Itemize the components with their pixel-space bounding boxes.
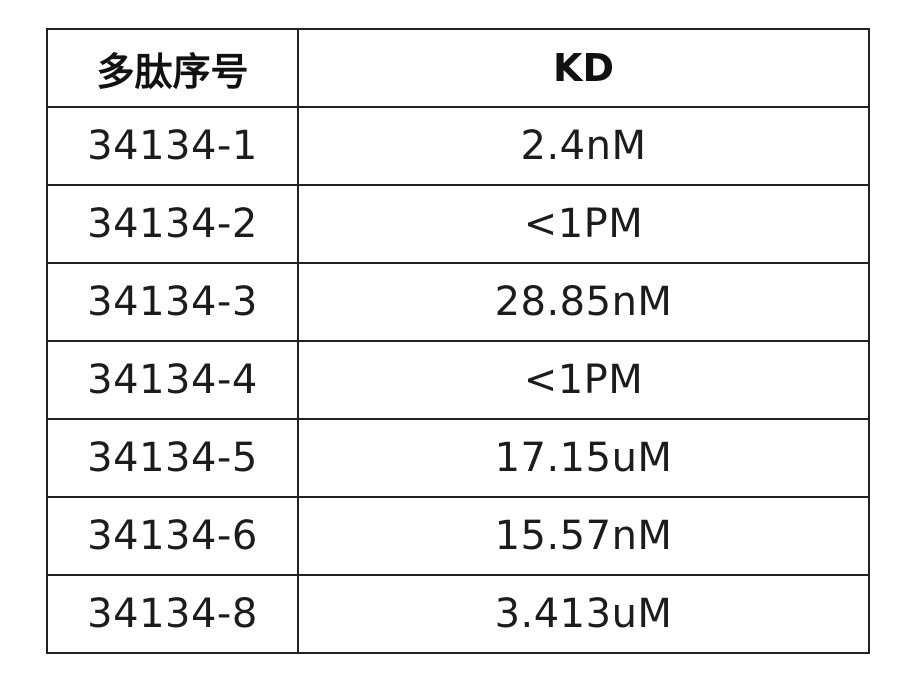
kd-value-cell: 17.15uM	[297, 418, 870, 498]
kd-table-container: 多肽序号 KD 34134-1 2.4nM 34134-2 <1PM 34134…	[46, 28, 870, 654]
table-row: 34134-5 17.15uM	[46, 418, 870, 498]
peptide-id-cell: 34134-4	[46, 340, 299, 420]
table-row: 34134-4 <1PM	[46, 340, 870, 420]
kd-value-cell: 3.413uM	[297, 574, 870, 654]
peptide-id-cell: 34134-6	[46, 496, 299, 576]
kd-value-cell: <1PM	[297, 184, 870, 264]
peptide-id-cell: 34134-5	[46, 418, 299, 498]
table-row: 34134-6 15.57nM	[46, 496, 870, 576]
kd-value-cell: 28.85nM	[297, 262, 870, 342]
kd-value-cell: 2.4nM	[297, 106, 870, 186]
table-row: 34134-8 3.413uM	[46, 574, 870, 654]
peptide-id-cell: 34134-8	[46, 574, 299, 654]
table-row: 34134-3 28.85nM	[46, 262, 870, 342]
peptide-id-cell: 34134-2	[46, 184, 299, 264]
kd-table: 多肽序号 KD 34134-1 2.4nM 34134-2 <1PM 34134…	[46, 28, 870, 654]
table-row: 34134-2 <1PM	[46, 184, 870, 264]
table-row: 34134-1 2.4nM	[46, 106, 870, 186]
table-header-row: 多肽序号 KD	[46, 28, 870, 108]
kd-value-cell: <1PM	[297, 340, 870, 420]
peptide-id-cell: 34134-3	[46, 262, 299, 342]
header-peptide-id: 多肽序号	[46, 28, 299, 108]
header-kd: KD	[297, 28, 870, 108]
peptide-id-cell: 34134-1	[46, 106, 299, 186]
kd-value-cell: 15.57nM	[297, 496, 870, 576]
